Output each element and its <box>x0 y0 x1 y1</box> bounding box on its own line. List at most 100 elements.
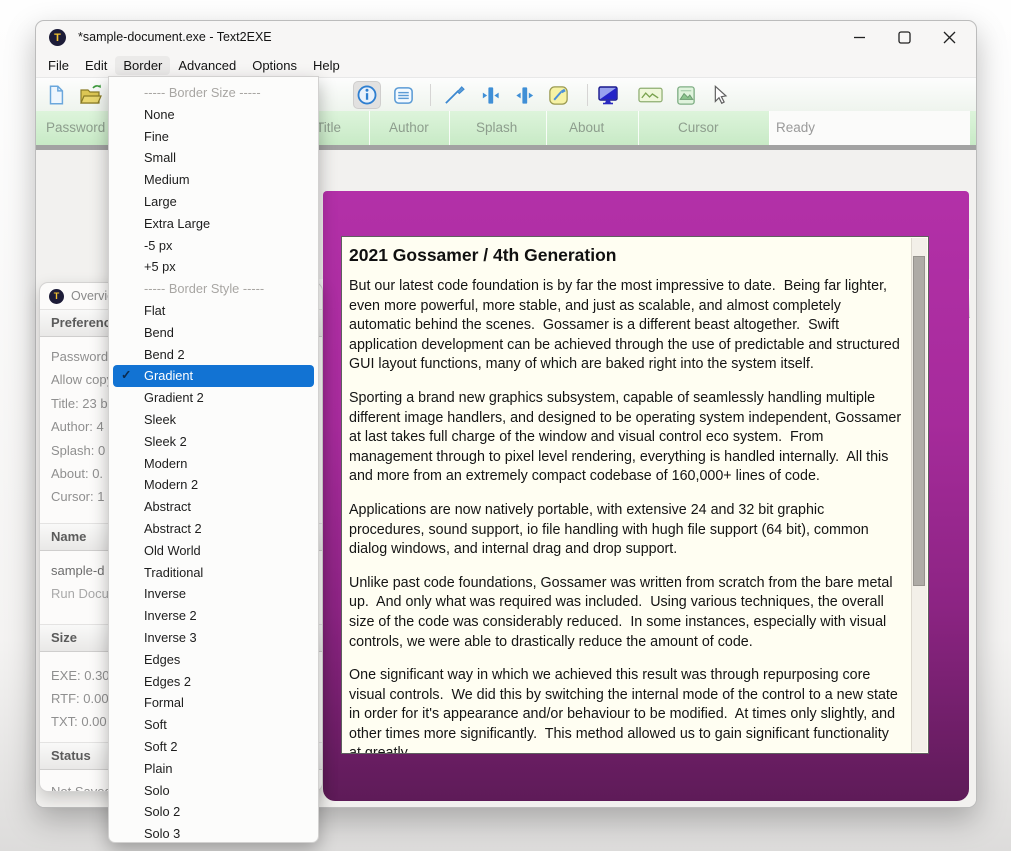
document-text: 2021 Gossamer / 4th Generation But our l… <box>342 237 910 753</box>
menu-item-fine[interactable]: Fine <box>109 126 318 148</box>
minimize-button[interactable] <box>837 22 881 53</box>
toolbar-separator <box>587 84 588 106</box>
menu-item-abstract-2[interactable]: Abstract 2 <box>109 518 318 540</box>
menu-item-edges[interactable]: Edges <box>109 649 318 671</box>
menu-item-traditional[interactable]: Traditional <box>109 562 318 584</box>
close-icon <box>943 31 956 44</box>
menu-item-plus-5px[interactable]: +5 px <box>109 256 318 278</box>
menu-options[interactable]: Options <box>244 56 305 75</box>
menu-section-border-style: ----- Border Style ----- <box>109 278 318 300</box>
menu-item-inverse-2[interactable]: Inverse 2 <box>109 605 318 627</box>
menu-item-medium[interactable]: Medium <box>109 169 318 191</box>
maximize-button[interactable] <box>882 22 926 53</box>
info-icon <box>356 84 378 106</box>
tab-separator <box>638 111 639 145</box>
menu-item-modern-2[interactable]: Modern 2 <box>109 474 318 496</box>
checkmark-icon: ✓ <box>121 365 131 387</box>
toolbar-separator <box>430 84 431 106</box>
menu-item-soft[interactable]: Soft <box>109 714 318 736</box>
bar-arrows-in-icon <box>479 84 502 107</box>
tab-separator <box>369 111 370 145</box>
open-folder-icon <box>79 83 103 107</box>
document-paragraph: Applications are now natively portable, … <box>349 501 902 560</box>
menu-item-sleek[interactable]: Sleek <box>109 409 318 431</box>
menu-item-gradient-2[interactable]: Gradient 2 <box>109 387 318 409</box>
menu-item-gradient[interactable]: ✓ Gradient <box>113 365 314 387</box>
open-file-button[interactable] <box>78 82 104 108</box>
menu-item-formal[interactable]: Formal <box>109 692 318 714</box>
menu-item-modern[interactable]: Modern <box>109 453 318 475</box>
menu-item-bend-2[interactable]: Bend 2 <box>109 344 318 366</box>
image-wide-icon <box>638 85 663 105</box>
document-paragraph: But our latest code foundation is by far… <box>349 277 902 375</box>
tab-title[interactable]: Title <box>316 111 341 145</box>
new-document-button[interactable] <box>43 82 69 108</box>
image-box-button[interactable] <box>672 82 698 108</box>
info-button[interactable] <box>353 81 381 109</box>
menu-item-flat[interactable]: Flat <box>109 300 318 322</box>
status-ready: Ready <box>776 111 815 145</box>
display-button[interactable] <box>595 82 621 108</box>
menu-item-soft-2[interactable]: Soft 2 <box>109 736 318 758</box>
pointer-button[interactable] <box>706 82 732 108</box>
menu-file[interactable]: File <box>40 56 77 75</box>
overview-logo-icon: T <box>49 289 64 304</box>
tab-about[interactable]: About <box>569 111 604 145</box>
scrollbar-thumb[interactable] <box>913 256 925 586</box>
menu-item-none[interactable]: None <box>109 104 318 126</box>
menu-item-abstract[interactable]: Abstract <box>109 496 318 518</box>
tab-splash[interactable]: Splash <box>476 111 517 145</box>
menu-border[interactable]: Border <box>115 56 170 75</box>
menu-item-minus-5px[interactable]: -5 px <box>109 235 318 257</box>
menu-item-inverse-3[interactable]: Inverse 3 <box>109 627 318 649</box>
menu-item-solo-2[interactable]: Solo 2 <box>109 801 318 823</box>
tab-separator <box>546 111 547 145</box>
tab-author[interactable]: Author <box>389 111 429 145</box>
menu-help[interactable]: Help <box>305 56 348 75</box>
menu-section-border-size: ----- Border Size ----- <box>109 82 318 104</box>
display-icon <box>596 83 620 107</box>
menu-item-solo[interactable]: Solo <box>109 780 318 802</box>
tab-cursor[interactable]: Cursor <box>678 111 719 145</box>
image-box-icon <box>674 84 697 107</box>
menu-item-edges-2[interactable]: Edges 2 <box>109 671 318 693</box>
window-title: *sample-document.exe - Text2EXE <box>78 21 272 53</box>
text-view-button[interactable] <box>390 82 416 108</box>
menu-item-old-world[interactable]: Old World <box>109 540 318 562</box>
image-wide-button[interactable] <box>637 82 663 108</box>
close-button[interactable] <box>927 22 971 53</box>
menu-item-sleek-2[interactable]: Sleek 2 <box>109 431 318 453</box>
menu-item-gradient-label: Gradient <box>144 368 193 383</box>
align-bar-in-button[interactable] <box>477 82 503 108</box>
menu-item-solo-3[interactable]: Solo 3 <box>109 823 318 845</box>
text-view-icon <box>392 84 415 107</box>
draw-line-button[interactable] <box>441 82 467 108</box>
bar-arrows-out-icon <box>513 84 536 107</box>
align-bar-out-button[interactable] <box>511 82 537 108</box>
document-title: 2021 Gossamer / 4th Generation <box>349 245 902 266</box>
menu-advanced[interactable]: Advanced <box>170 56 244 75</box>
new-document-icon <box>45 84 67 106</box>
menu-item-bend[interactable]: Bend <box>109 322 318 344</box>
tab-separator <box>769 111 770 145</box>
scrollbar-track[interactable] <box>911 238 927 752</box>
menu-item-inverse[interactable]: Inverse <box>109 583 318 605</box>
menu-item-plain[interactable]: Plain <box>109 758 318 780</box>
document-paragraph: Sporting a brand new graphics subsystem,… <box>349 389 902 487</box>
tab-password[interactable]: Password <box>46 111 105 145</box>
menu-item-small[interactable]: Small <box>109 147 318 169</box>
document-preview: 2021 Gossamer / 4th Generation But our l… <box>341 236 929 754</box>
preview-panel: 2021 Gossamer / 4th Generation But our l… <box>323 191 969 801</box>
menu-edit[interactable]: Edit <box>77 56 115 75</box>
tab-separator <box>449 111 450 145</box>
edit-note-icon <box>547 84 570 107</box>
border-dropdown-menu: ----- Border Size ----- None Fine Small … <box>108 76 319 843</box>
minimize-icon <box>853 31 866 44</box>
app-logo-icon: T <box>49 29 66 46</box>
edit-note-button[interactable] <box>545 82 571 108</box>
title-bar[interactable]: T *sample-document.exe - Text2EXE <box>36 21 976 53</box>
menu-item-extra-large[interactable]: Extra Large <box>109 213 318 235</box>
draw-line-icon <box>443 84 466 107</box>
menu-item-large[interactable]: Large <box>109 191 318 213</box>
maximize-icon <box>898 31 911 44</box>
